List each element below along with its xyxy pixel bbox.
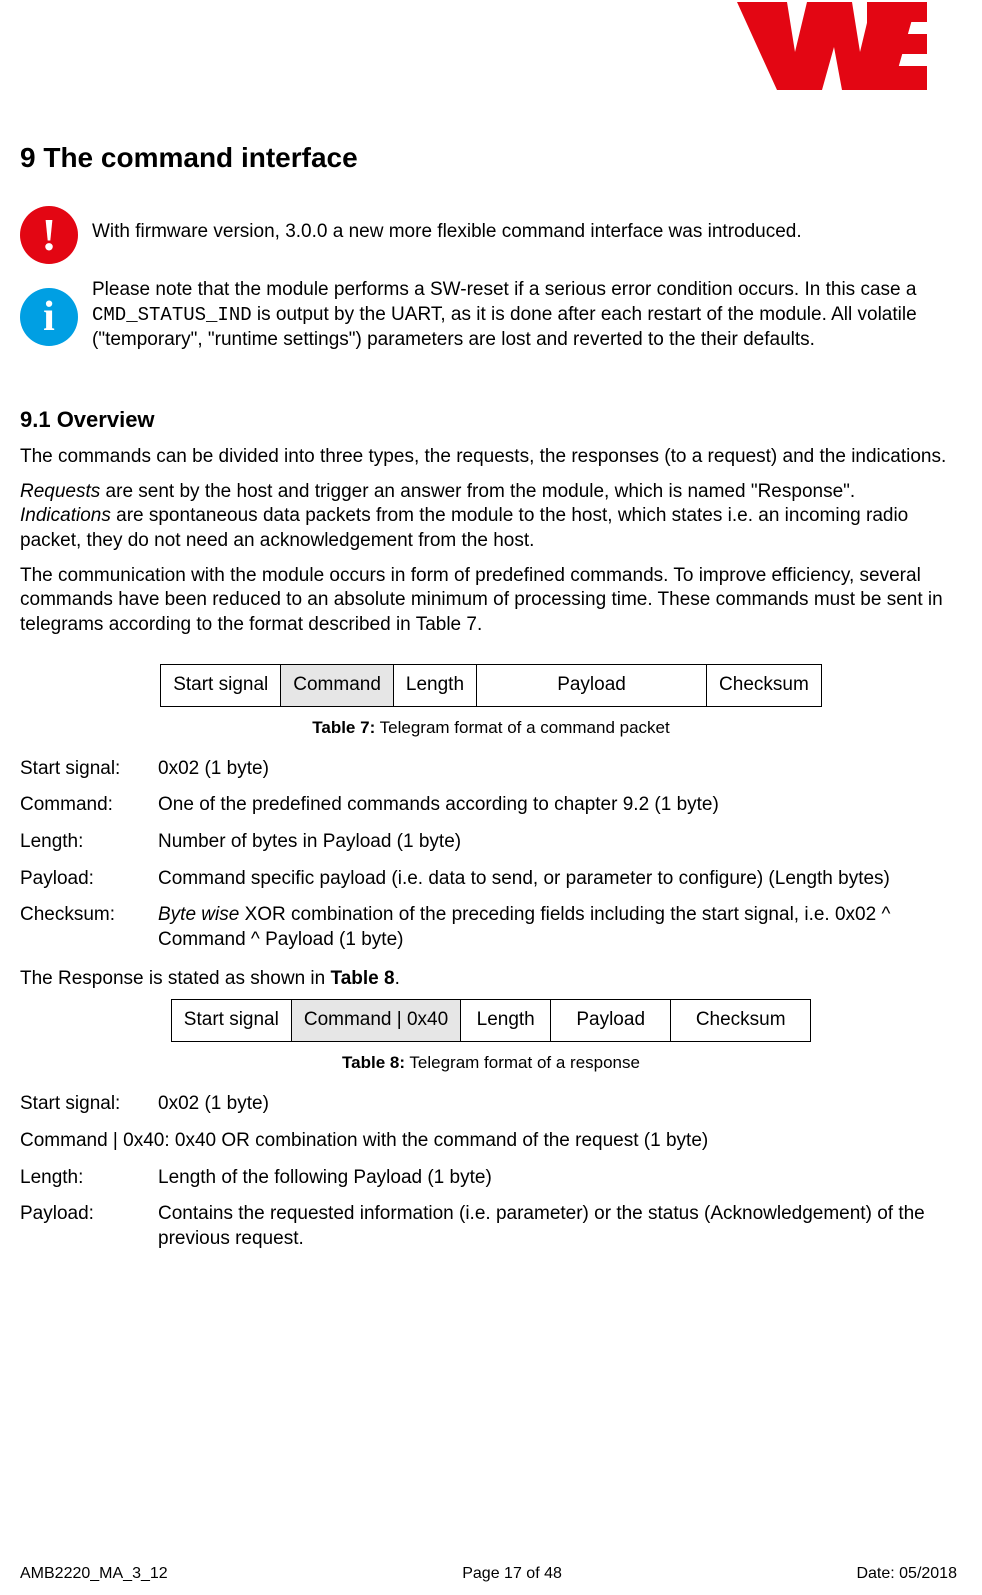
- footer-doc-id: AMB2220_MA_3_12: [20, 1564, 168, 1585]
- def-term: Start signal:: [20, 1092, 150, 1117]
- paragraph: The communication with the module occurs…: [20, 564, 962, 638]
- callout-info-text: Please note that the module performs a S…: [92, 278, 962, 352]
- table-cell: Payload: [551, 1000, 671, 1042]
- footer-date: Date: 05/2018: [856, 1564, 957, 1585]
- def-desc: Byte wise XOR combination of the precedi…: [158, 903, 962, 952]
- def-desc: Contains the requested information (i.e.…: [158, 1202, 962, 1251]
- table-cell: Checksum: [707, 664, 822, 706]
- we-logo: [737, 2, 927, 97]
- def-desc: Number of bytes in Payload (1 byte): [158, 830, 962, 855]
- paragraph: The Response is stated as shown in Table…: [20, 967, 962, 992]
- info-icon: i: [20, 288, 78, 346]
- table-8: Start signal Command | 0x40 Length Paylo…: [171, 999, 811, 1042]
- paragraph: The commands can be divided into three t…: [20, 445, 962, 470]
- table-cell: Checksum: [671, 1000, 811, 1042]
- def-desc: Length of the following Payload (1 byte): [158, 1166, 962, 1191]
- def-term: Payload:: [20, 867, 150, 892]
- def-desc: One of the predefined commands according…: [158, 793, 962, 818]
- def-desc: Command | 0x40: 0x40 OR combination with…: [20, 1129, 962, 1154]
- table-7-wrap: Start signal Command Length Payload Chec…: [20, 664, 962, 707]
- table-7: Start signal Command Length Payload Chec…: [160, 664, 822, 707]
- subsection-heading: 9.1 Overview: [20, 406, 962, 435]
- def-desc: 0x02 (1 byte): [158, 1092, 962, 1117]
- paragraph: Requests are sent by the host and trigge…: [20, 480, 962, 554]
- table-8-wrap: Start signal Command | 0x40 Length Paylo…: [20, 999, 962, 1042]
- def-desc: Command specific payload (i.e. data to s…: [158, 867, 962, 892]
- table-cell: Command | 0x40: [291, 1000, 460, 1042]
- code-cmd-status-ind: CMD_STATUS_IND: [92, 304, 252, 326]
- callout-info: i Please note that the module performs a…: [20, 278, 962, 352]
- exclamation-icon: !: [20, 206, 78, 264]
- table-cell: Length: [461, 1000, 551, 1042]
- def-term: Payload:: [20, 1202, 150, 1251]
- def-term: Command:: [20, 793, 150, 818]
- footer-page: Page 17 of 48: [462, 1564, 562, 1585]
- def-term: Start signal:: [20, 757, 150, 782]
- def-term: Length:: [20, 830, 150, 855]
- table-cell: Length: [393, 664, 476, 706]
- page-footer: AMB2220_MA_3_12 Page 17 of 48 Date: 05/2…: [20, 1564, 957, 1585]
- table-7-caption: Table 7: Telegram format of a command pa…: [20, 717, 962, 739]
- table-cell: Payload: [477, 664, 707, 706]
- def-desc: 0x02 (1 byte): [158, 757, 962, 782]
- section-heading: 9 The command interface: [20, 140, 962, 176]
- table-cell: Start signal: [171, 1000, 291, 1042]
- def-term: Length:: [20, 1166, 150, 1191]
- table-cell: Command: [281, 664, 394, 706]
- def-term: Checksum:: [20, 903, 150, 952]
- definitions-2: Start signal: 0x02 (1 byte) Command | 0x4…: [20, 1092, 962, 1251]
- callout-warning-text: With firmware version, 3.0.0 a new more …: [92, 220, 962, 245]
- callout-warning: ! With firmware version, 3.0.0 a new mor…: [20, 206, 962, 264]
- table-8-caption: Table 8: Telegram format of a response: [20, 1052, 962, 1074]
- definitions-1: Start signal: 0x02 (1 byte) Command: One o…: [20, 757, 962, 953]
- table-cell: Start signal: [161, 664, 281, 706]
